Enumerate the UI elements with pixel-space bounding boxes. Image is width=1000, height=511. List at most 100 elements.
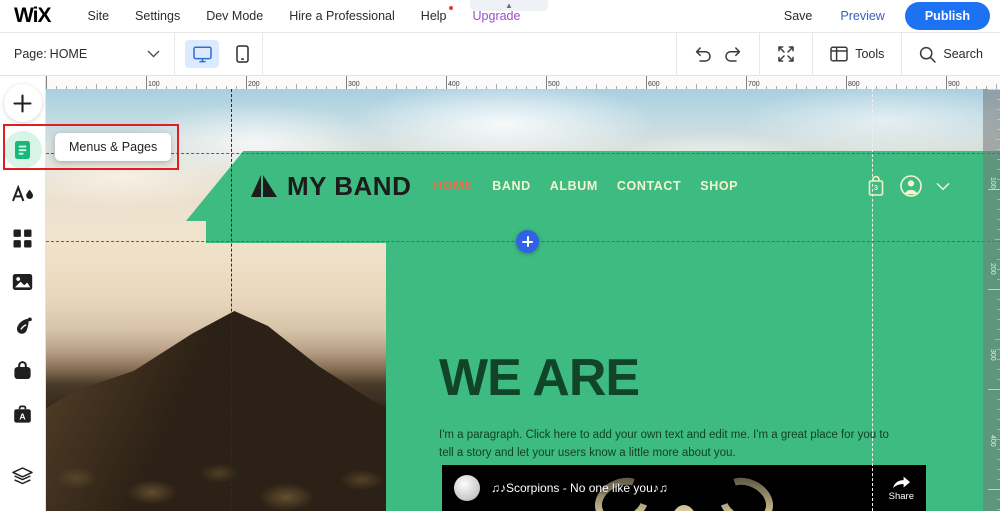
horizontal-ruler[interactable]: 100 200 300 400 500 600 700 800 900 — [46, 76, 1000, 89]
shopping-bag-icon[interactable]: 3 — [866, 175, 886, 197]
sidebar-item-menus-and-pages[interactable] — [3, 131, 42, 169]
channel-avatar-icon[interactable] — [454, 475, 480, 501]
video-top-bar: ♫♪Scorpions - No one like you♪♫ Share — [442, 465, 926, 511]
ruler-label-h: 600 — [648, 81, 660, 88]
save-button[interactable]: Save — [770, 3, 827, 29]
top-bar-actions[interactable]: Save Preview Publish — [770, 2, 990, 30]
history-group[interactable] — [676, 32, 759, 76]
ruler-label-h: 500 — [548, 81, 560, 88]
menu-item-dev-mode[interactable]: Dev Mode — [193, 3, 276, 29]
site-navigation[interactable]: MY BAND HOME BAND ALBUM CONTACT SHOP 3 — [236, 151, 1000, 221]
account-chevron-down-icon[interactable] — [936, 182, 950, 191]
sidebar-item-layers[interactable] — [4, 457, 42, 495]
image-icon — [12, 273, 33, 291]
tools-button[interactable]: Tools — [824, 46, 890, 62]
menu-item-hire-a-professional[interactable]: Hire a Professional — [276, 3, 408, 29]
toolbar-right-group[interactable]: Tools Search — [676, 32, 1000, 76]
sidebar-item-add-element[interactable] — [3, 84, 42, 122]
sidebar-item-add-apps[interactable] — [4, 219, 42, 257]
apps-grid-icon — [13, 229, 32, 248]
wix-editor-window: MY BAND HOME BAND ALBUM CONTACT SHOP 3 W… — [0, 0, 1000, 511]
undo-icon — [694, 46, 712, 62]
video-title[interactable]: ♫♪Scorpions - No one like you♪♫ — [491, 481, 668, 495]
publish-button[interactable]: Publish — [904, 2, 990, 30]
sidebar-item-ascend[interactable]: A — [4, 395, 42, 433]
nav-link-shop[interactable]: SHOP — [700, 179, 738, 193]
ruler-label-v: 100 — [989, 177, 996, 189]
hero-title[interactable]: WE ARE — [439, 352, 640, 404]
desktop-view-button[interactable] — [185, 40, 219, 68]
search-button[interactable]: Search — [913, 46, 989, 63]
ruler-label-v: 400 — [989, 435, 996, 447]
redo-button[interactable] — [718, 40, 748, 68]
add-section-plus-button[interactable] — [516, 230, 539, 253]
menu-item-help-label: Help — [420, 9, 447, 23]
zoom-out-icon — [777, 45, 795, 63]
theme-icon — [11, 184, 35, 204]
site-header-band — [206, 221, 1000, 243]
zoom-out-button[interactable] — [771, 40, 801, 68]
desktop-icon — [192, 45, 212, 63]
wix-logo[interactable]: WiX — [14, 4, 51, 28]
page-selector[interactable]: Page: HOME — [0, 32, 175, 76]
page-label: Page: — [14, 47, 47, 61]
hero-paragraph[interactable]: I'm a paragraph. Click here to add your … — [439, 427, 899, 463]
sidebar-item-site-design[interactable] — [4, 175, 42, 213]
ruler-label-v: 200 — [989, 263, 996, 275]
menu-item-site[interactable]: Site — [74, 3, 122, 29]
tools-panel-icon — [830, 46, 848, 62]
account-avatar-icon[interactable] — [900, 175, 922, 197]
layers-icon — [12, 467, 33, 485]
help-notification-dot — [448, 6, 453, 10]
briefcase-a-icon: A — [13, 405, 32, 424]
ruler-label-v: 300 — [989, 349, 996, 361]
tools-group[interactable]: Tools — [812, 32, 901, 76]
menu-item-settings[interactable]: Settings — [122, 3, 193, 29]
chevron-down-icon — [147, 50, 160, 58]
share-label: Share — [888, 490, 914, 502]
ruler-label-h: 900 — [948, 81, 960, 88]
viewport-toggle[interactable] — [175, 32, 263, 76]
nav-link-album[interactable]: ALBUM — [550, 179, 598, 193]
sidebar-tooltip: Menus & Pages — [55, 133, 172, 161]
top-menu-items[interactable]: Site Settings Dev Mode Hire a Profession… — [74, 3, 533, 29]
nav-link-contact[interactable]: CONTACT — [617, 179, 681, 193]
menu-item-help[interactable]: Help — [408, 3, 460, 29]
ruler-label-h: 700 — [748, 81, 760, 88]
bag-icon — [13, 360, 32, 380]
youtube-video-embed[interactable]: ♫♪Scorpions - No one like you♪♫ Share — [442, 465, 926, 511]
site-logo[interactable]: MY BAND — [250, 171, 411, 202]
top-collapse-handle[interactable]: ▲ — [470, 0, 548, 11]
left-sidebar[interactable]: A — [0, 76, 46, 511]
sidebar-item-my-media[interactable] — [4, 263, 42, 301]
svg-text:A: A — [19, 411, 25, 421]
nav-link-home[interactable]: HOME — [433, 179, 473, 193]
zoom-group[interactable] — [759, 32, 812, 76]
ruler-label-h: 100 — [148, 81, 160, 88]
triangle-logo-icon — [250, 173, 278, 199]
vertical-ruler[interactable]: 100 200 300 400 — [983, 89, 1000, 511]
nav-link-band[interactable]: BAND — [492, 179, 531, 193]
search-label: Search — [943, 47, 983, 61]
sidebar-item-my-business[interactable] — [4, 351, 42, 389]
sidebar-item-blog[interactable] — [4, 307, 42, 345]
guide-line-horizontal-top — [46, 153, 1000, 154]
chevron-up-icon: ▲ — [505, 0, 513, 10]
search-group[interactable]: Search — [901, 32, 1000, 76]
undo-button[interactable] — [688, 40, 718, 68]
editor-canvas[interactable]: MY BAND HOME BAND ALBUM CONTACT SHOP 3 W… — [46, 89, 1000, 511]
tools-label: Tools — [855, 47, 885, 61]
mobile-view-button[interactable] — [225, 40, 259, 68]
redo-icon — [724, 46, 742, 62]
video-share-button[interactable]: Share — [889, 475, 914, 502]
nav-links[interactable]: HOME BAND ALBUM CONTACT SHOP — [433, 179, 738, 193]
pages-icon — [14, 140, 31, 160]
cart-count-badge: 3 — [873, 183, 879, 192]
nav-right-icons[interactable]: 3 — [866, 175, 950, 197]
search-icon — [919, 46, 937, 63]
preview-button[interactable]: Preview — [826, 3, 898, 29]
mobile-icon — [235, 45, 249, 63]
ruler-label-h: 200 — [248, 81, 260, 88]
editor-toolbar[interactable]: Page: HOME Tools Search — [0, 32, 1000, 76]
plus-icon — [13, 93, 32, 113]
